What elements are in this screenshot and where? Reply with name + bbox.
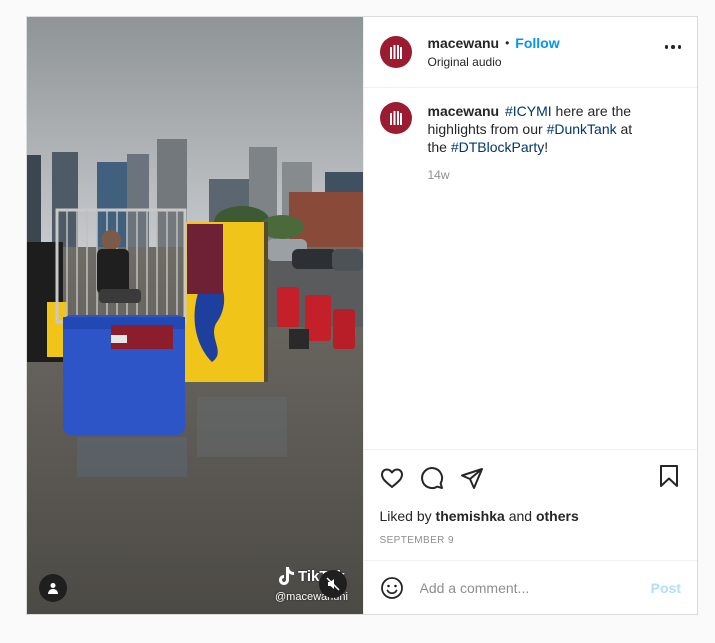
macewan-logo-icon [389, 111, 402, 125]
liked-by-others[interactable]: others [536, 508, 579, 524]
more-dot [664, 45, 668, 49]
post-date[interactable]: SEPTEMBER 9 [380, 535, 682, 546]
more-icon[interactable] [664, 45, 681, 49]
user-tag-icon [48, 583, 58, 594]
action-section: Liked by themishka and others SEPTEMBER … [363, 449, 697, 560]
comment-icon[interactable] [420, 466, 444, 490]
mute-toggle-button[interactable] [319, 570, 347, 598]
macewan-logo-icon [389, 45, 402, 59]
likes-summary: Liked by themishka and others [380, 508, 682, 524]
post-details-panel: macewanu • Follow Original audio macewan… [362, 17, 698, 614]
action-icons [380, 450, 682, 502]
more-dot [671, 45, 675, 49]
user-tags-button[interactable] [39, 574, 67, 602]
video-frame [27, 17, 363, 614]
emoji-icon[interactable] [380, 576, 404, 600]
liked-by-prefix: Liked by [379, 508, 432, 524]
audio-link[interactable]: Original audio [428, 55, 560, 69]
share-icon[interactable] [460, 466, 484, 490]
caption-timestamp[interactable]: 14w [428, 166, 656, 184]
author-line: macewanu • Follow [428, 35, 560, 51]
separator-dot: • [505, 36, 510, 50]
follow-button[interactable]: Follow [515, 35, 559, 51]
heart-icon[interactable] [380, 466, 404, 490]
bookmark-icon[interactable] [657, 464, 681, 488]
caption-text: ! [544, 139, 549, 155]
more-dot [677, 45, 681, 49]
tiktok-logo-icon [279, 567, 294, 585]
hashtag-link[interactable]: #DTBlockParty [451, 139, 544, 155]
post-header: macewanu • Follow Original audio [363, 17, 697, 88]
author-username[interactable]: macewanu [428, 35, 500, 51]
hashtag-link[interactable]: #DunkTank [547, 121, 617, 137]
caption-section: macewanu #ICYMI here are the highlights … [364, 88, 698, 449]
muted-icon [326, 577, 340, 591]
caption-username[interactable]: macewanu [428, 103, 500, 119]
liked-by-user[interactable]: themishka [436, 508, 505, 524]
post-video[interactable]: TikTok @macewanuni [27, 17, 363, 614]
caption-avatar[interactable] [379, 102, 412, 134]
author-info: macewanu • Follow Original audio [428, 35, 560, 69]
hashtag-link[interactable]: #ICYMI [505, 103, 552, 119]
author-avatar[interactable] [379, 36, 412, 68]
liked-by-and: and [508, 508, 533, 524]
comment-form: Post [363, 560, 697, 614]
comment-input[interactable] [419, 579, 651, 596]
caption-body: macewanu #ICYMI here are the highlights … [428, 102, 656, 184]
caption-row: macewanu #ICYMI here are the highlights … [379, 102, 682, 184]
post-comment-button[interactable]: Post [651, 580, 681, 596]
post-card: TikTok @macewanuni ma [26, 16, 698, 615]
